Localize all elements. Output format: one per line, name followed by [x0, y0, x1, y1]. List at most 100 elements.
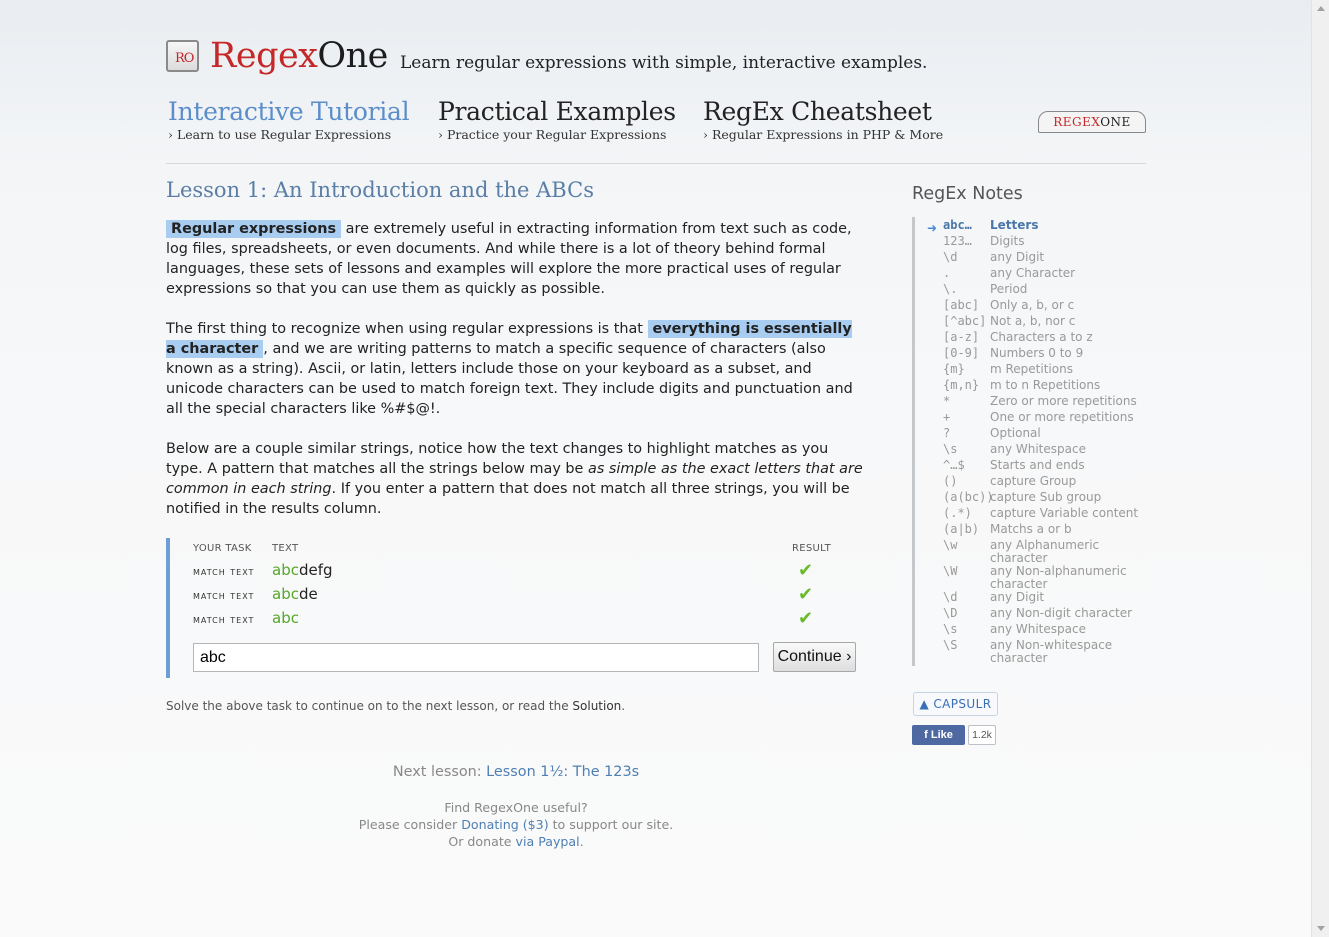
note-value: One or more repetitions	[990, 410, 1134, 424]
note-key: \.	[943, 282, 958, 296]
note-value: capture Variable content	[990, 506, 1139, 520]
note-value: m Repetitions	[990, 362, 1073, 376]
match-highlight: abc	[272, 609, 299, 627]
note-key: \s	[943, 442, 958, 456]
note-key: (a(bc))	[943, 490, 994, 504]
note-value: Not a, b, nor c	[990, 314, 1076, 328]
note-value: any Alphanumeric character	[990, 538, 1100, 565]
check-icon: ✔	[798, 608, 814, 629]
note-key: ?	[943, 426, 951, 440]
nav-practical-examples[interactable]: Practical Examples › Practice your Regul…	[438, 97, 676, 142]
note-value: any Whitespace	[990, 622, 1086, 636]
next-lesson: Next lesson: Lesson 1½: The 123s	[166, 764, 866, 780]
note-key: [^abc]	[943, 314, 987, 328]
next-lesson-link[interactable]: Lesson 1½: The 123s	[486, 764, 639, 780]
lesson-paragraph-2: The first thing to recognize when using …	[166, 319, 866, 419]
site-logo[interactable]: RegexOne	[210, 36, 388, 76]
note-key: \D	[943, 606, 958, 620]
donate-text: Please consider	[358, 817, 462, 832]
solution-link[interactable]: Solution	[572, 699, 621, 713]
note-value: any Non-alphanumeric character	[990, 564, 1127, 591]
capsulr-icon: ▲	[919, 697, 934, 711]
note-value: Zero or more repetitions	[990, 394, 1137, 408]
scroll-up-icon[interactable]	[1317, 6, 1325, 11]
site-tagline: Learn regular expressions with simple, i…	[400, 53, 928, 73]
badge-text-a: REGEX	[1053, 115, 1101, 129]
note-key: +	[943, 410, 951, 424]
vertical-scrollbar[interactable]	[1311, 0, 1329, 937]
facebook-like-button[interactable]: f Like	[912, 725, 965, 745]
note-value: any Digit	[990, 590, 1045, 604]
task-text: abcde	[272, 585, 318, 603]
lesson-paragraph-1: Regular expressions are extremely useful…	[166, 219, 866, 299]
note-key: [a-z]	[943, 330, 980, 344]
facebook-icon: f	[924, 729, 931, 741]
note-key: abc…	[943, 218, 972, 232]
nav-subtitle: › Practice your Regular Expressions	[438, 127, 667, 142]
note-value: m to n Repetitions	[990, 378, 1101, 392]
check-icon: ✔	[798, 584, 814, 605]
note-value: Period	[990, 282, 1028, 296]
note-value: capture Sub group	[990, 490, 1102, 504]
donating-link[interactable]: Donating ($3)	[461, 817, 548, 832]
donate-line-2: Please consider Donating ($3) to support…	[166, 816, 866, 833]
note-value: Starts and ends	[990, 458, 1085, 472]
logo-badge-text: RO	[175, 51, 194, 66]
note-value: Matchs a or b	[990, 522, 1072, 536]
badge-text-b: ONE	[1100, 115, 1131, 129]
nav-title[interactable]: Practical Examples	[438, 97, 676, 126]
donate-line-3: Or donate via Paypal.	[166, 833, 866, 850]
task-text: abcdefg	[272, 561, 333, 579]
next-lesson-label: Next lesson:	[392, 764, 487, 780]
column-header-result: RESULT	[792, 543, 832, 554]
nav-regex-cheatsheet[interactable]: RegEx Cheatsheet › Regular Expressions i…	[703, 97, 943, 142]
task-label: match text	[193, 613, 255, 626]
match-highlight: abc	[272, 561, 299, 579]
scroll-down-icon[interactable]	[1317, 926, 1325, 931]
nav-title[interactable]: RegEx Cheatsheet	[703, 97, 943, 126]
note-value: Only a, b, or c	[990, 298, 1075, 312]
note-key: [0-9]	[943, 346, 980, 360]
note-value: Numbers 0 to 9	[990, 346, 1084, 360]
logo-icon[interactable]: RO	[166, 40, 199, 72]
note-value: any Non-digit character	[990, 606, 1133, 620]
note-value: any Whitespace	[990, 442, 1086, 456]
note-key: \S	[943, 638, 958, 652]
nav-title[interactable]: Interactive Tutorial	[168, 97, 410, 126]
task-panel: YOUR TASK TEXT RESULT match text abcdefg…	[166, 538, 870, 678]
note-key: \d	[943, 590, 958, 604]
note-value: any Digit	[990, 250, 1045, 264]
task-label: match text	[193, 589, 255, 602]
paragraph-text: The first thing to recognize when using …	[166, 321, 648, 337]
notes-title: RegEx Notes	[912, 184, 1023, 204]
capsulr-label: CAPSULR	[933, 697, 992, 711]
regex-input[interactable]	[193, 643, 759, 672]
paypal-link[interactable]: via Paypal	[516, 834, 580, 849]
donate-text: Or donate	[448, 834, 516, 849]
task-label: match text	[193, 565, 255, 578]
paragraph-text: , and we are writing patterns to match a…	[166, 341, 853, 417]
note-value: Digits	[990, 234, 1025, 248]
note-value: Letters	[990, 218, 1039, 232]
note-key: \W	[943, 564, 958, 578]
column-header-task: YOUR TASK	[193, 543, 252, 554]
capsulr-button[interactable]: ▲ CAPSULR	[913, 692, 998, 716]
note-key: \d	[943, 250, 958, 264]
donate-block: Find RegexOne useful? Please consider Do…	[166, 799, 866, 850]
hint-text: Solve the above task to continue on to t…	[166, 699, 573, 713]
current-arrow-icon: ➜	[927, 221, 938, 235]
note-key: (a|b)	[943, 522, 980, 536]
donate-text: to support our site.	[548, 817, 674, 832]
task-text: abc	[272, 609, 299, 627]
lesson-title: Lesson 1: An Introduction and the ABCs	[166, 178, 594, 202]
note-key: ^…$	[943, 458, 965, 472]
solve-hint: Solve the above task to continue on to t…	[166, 699, 625, 713]
header-divider	[166, 163, 1146, 164]
continue-button[interactable]: Continue ›	[773, 642, 856, 672]
logo-text-b: One	[317, 36, 388, 76]
regexone-badge-logo[interactable]: REGEXONE	[1038, 111, 1146, 133]
nav-interactive-tutorial[interactable]: Interactive Tutorial › Learn to use Regu…	[168, 97, 410, 142]
note-key: \s	[943, 622, 958, 636]
hint-text-end: .	[621, 699, 626, 713]
lesson-paragraph-3: Below are a couple similar strings, noti…	[166, 439, 866, 519]
